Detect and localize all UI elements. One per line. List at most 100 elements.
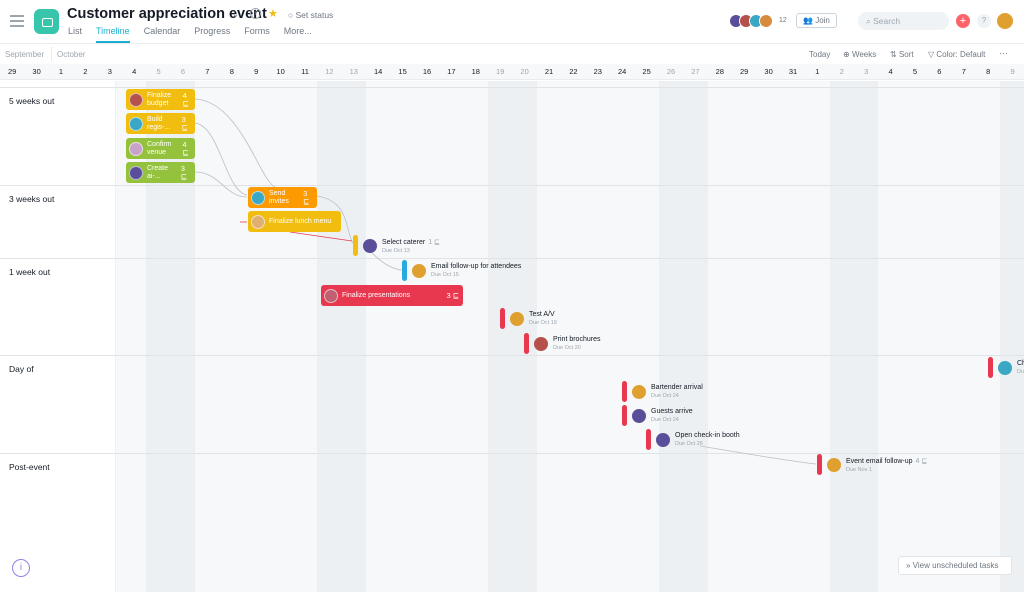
day-label: 27 (691, 67, 700, 76)
dependency-line (194, 98, 276, 188)
day-label: 11 (301, 67, 309, 76)
day-label: 1 (58, 67, 64, 76)
task-bar[interactable] (500, 308, 505, 329)
task-name: Event email follow-up (846, 457, 913, 465)
due-date: Due Oct 24 (651, 393, 679, 399)
tab-progress[interactable]: Progress (194, 26, 230, 43)
day-label: 29 (740, 67, 749, 76)
due-date: Due Oct 13 (382, 247, 410, 254)
milestone-task[interactable]: Event email follow-up 4 ⊑ Due Nov 1 (817, 454, 927, 475)
month-label: September (5, 50, 45, 59)
chevron-down-icon[interactable]: ⌄ (232, 9, 239, 20)
avatar (251, 214, 265, 229)
subtask-count: 3 ⊑ (180, 163, 188, 181)
avatar (656, 432, 670, 447)
more-options-button[interactable]: ··· (999, 48, 1008, 58)
task-bar[interactable] (524, 333, 529, 354)
milestone-task[interactable]: Che Due (988, 357, 1024, 378)
task-bar[interactable] (402, 260, 407, 281)
task-bar[interactable]: Finalize presentations 3 ⊑ (321, 285, 463, 306)
day-label: 1 (815, 67, 820, 76)
task-bar[interactable]: Finalize budget 4 ⊑ (126, 89, 195, 110)
task-bar[interactable] (622, 381, 627, 402)
task-bar[interactable]: Finalize lunch menu (248, 211, 341, 232)
tab-calendar[interactable]: Calendar (144, 26, 181, 43)
task-name: Che (1017, 360, 1024, 367)
today-button[interactable]: Today (809, 50, 830, 59)
task-name: Print brochures (553, 336, 601, 343)
subtask-count: 3 ⊑ (303, 188, 310, 206)
view-unscheduled-tasks-button[interactable]: » View unscheduled tasks (898, 556, 1012, 575)
task-bar[interactable] (817, 454, 822, 475)
hamburger-menu-icon[interactable] (10, 15, 24, 30)
day-label: 3 (107, 67, 112, 76)
avatar (129, 116, 143, 131)
day-label: 9 (1010, 67, 1015, 76)
avatar (324, 288, 338, 303)
milestone-task[interactable]: Select caterer 1 ⊑ Due Oct 13 (353, 235, 440, 256)
sort-button[interactable]: ⇅ Sort (890, 50, 914, 59)
tab-timeline[interactable]: Timeline (96, 26, 130, 43)
day-label: 24 (618, 67, 627, 76)
members-avatars[interactable]: 12 (729, 14, 789, 30)
tab-forms[interactable]: Forms (244, 26, 270, 43)
task-bar[interactable]: Create ai-... 3 ⊑ (126, 162, 195, 183)
tab-list[interactable]: List (68, 26, 82, 43)
task-bar[interactable]: Confirm venue 4 ⊑ (126, 138, 195, 159)
task-name: Guests arrive (651, 408, 693, 415)
task-name: Email follow-up for attendees (431, 263, 522, 270)
color-filter-button[interactable]: ▽ Color: Default (928, 50, 985, 59)
task-bar[interactable] (646, 429, 651, 450)
search-placeholder: Search (873, 16, 901, 26)
join-button[interactable]: 👥 Join (796, 13, 837, 28)
task-bar[interactable]: Send invites 3 ⊑ (248, 187, 317, 208)
task-name: Test A/V (529, 311, 555, 318)
due-date: Due Oct 26 (675, 441, 703, 447)
avatar (129, 165, 143, 180)
milestone-task[interactable]: Open check-in booth Due Oct 26 (646, 429, 740, 450)
info-icon[interactable]: i (12, 559, 30, 577)
day-label: 22 (569, 67, 578, 76)
zoom-weeks-button[interactable]: ⊕ Weeks (843, 50, 876, 59)
day-label: 13 (349, 67, 358, 76)
task-bar[interactable] (353, 235, 358, 256)
milestone-task[interactable]: Guests arrive Due Oct 24 (622, 405, 693, 426)
day-label: 7 (961, 67, 966, 76)
task-bar[interactable]: Build regis-... 3 ⊑ (126, 113, 195, 134)
user-avatar[interactable] (997, 13, 1013, 29)
day-label: 25 (642, 67, 651, 76)
tab-more[interactable]: More... (284, 26, 312, 43)
search-input[interactable]: ⌕ Search (858, 12, 949, 30)
set-status-button[interactable]: ○ Set status (288, 10, 333, 20)
task-bar[interactable] (622, 405, 627, 426)
day-label: 4 (888, 67, 893, 76)
day-label: 5 (156, 67, 161, 76)
star-icon[interactable]: ★ (268, 7, 278, 20)
due-date: Due Nov 1 (846, 466, 872, 473)
task-bar[interactable] (988, 357, 993, 378)
day-label: 21 (544, 67, 554, 76)
milestone-task[interactable]: Bartender arrival Due Oct 24 (622, 381, 703, 402)
join-label: Join (815, 16, 830, 25)
milestone-task[interactable]: Test A/V Due Oct 19 (500, 308, 557, 329)
avatar (129, 92, 143, 107)
avatar (412, 263, 426, 278)
set-status-label: Set status (295, 10, 334, 20)
task-name: Confirm venue (147, 140, 172, 156)
day-label: 14 (374, 67, 383, 76)
add-button[interactable]: + (956, 14, 970, 28)
dependency-line (194, 122, 248, 196)
task-name: Send invites (269, 189, 289, 205)
info-icon[interactable]: i (250, 8, 261, 19)
help-button[interactable]: ? (977, 14, 991, 28)
subtask-count: 4 ⊑ (915, 457, 928, 465)
milestone-task[interactable]: Email follow-up for attendees Due Oct 15 (402, 260, 521, 281)
day-label: 7 (205, 67, 210, 76)
timeline-grid: 5 weeks out 3 weeks out 1 week out Day of Po… (0, 81, 1024, 592)
day-label: 16 (422, 67, 432, 76)
dependency-line (194, 171, 248, 198)
task-name: Create ai-... (147, 164, 169, 180)
milestone-task[interactable]: Print brochures Due Oct 20 (524, 333, 600, 354)
day-label: 28 (715, 67, 724, 76)
avatar (251, 190, 265, 205)
